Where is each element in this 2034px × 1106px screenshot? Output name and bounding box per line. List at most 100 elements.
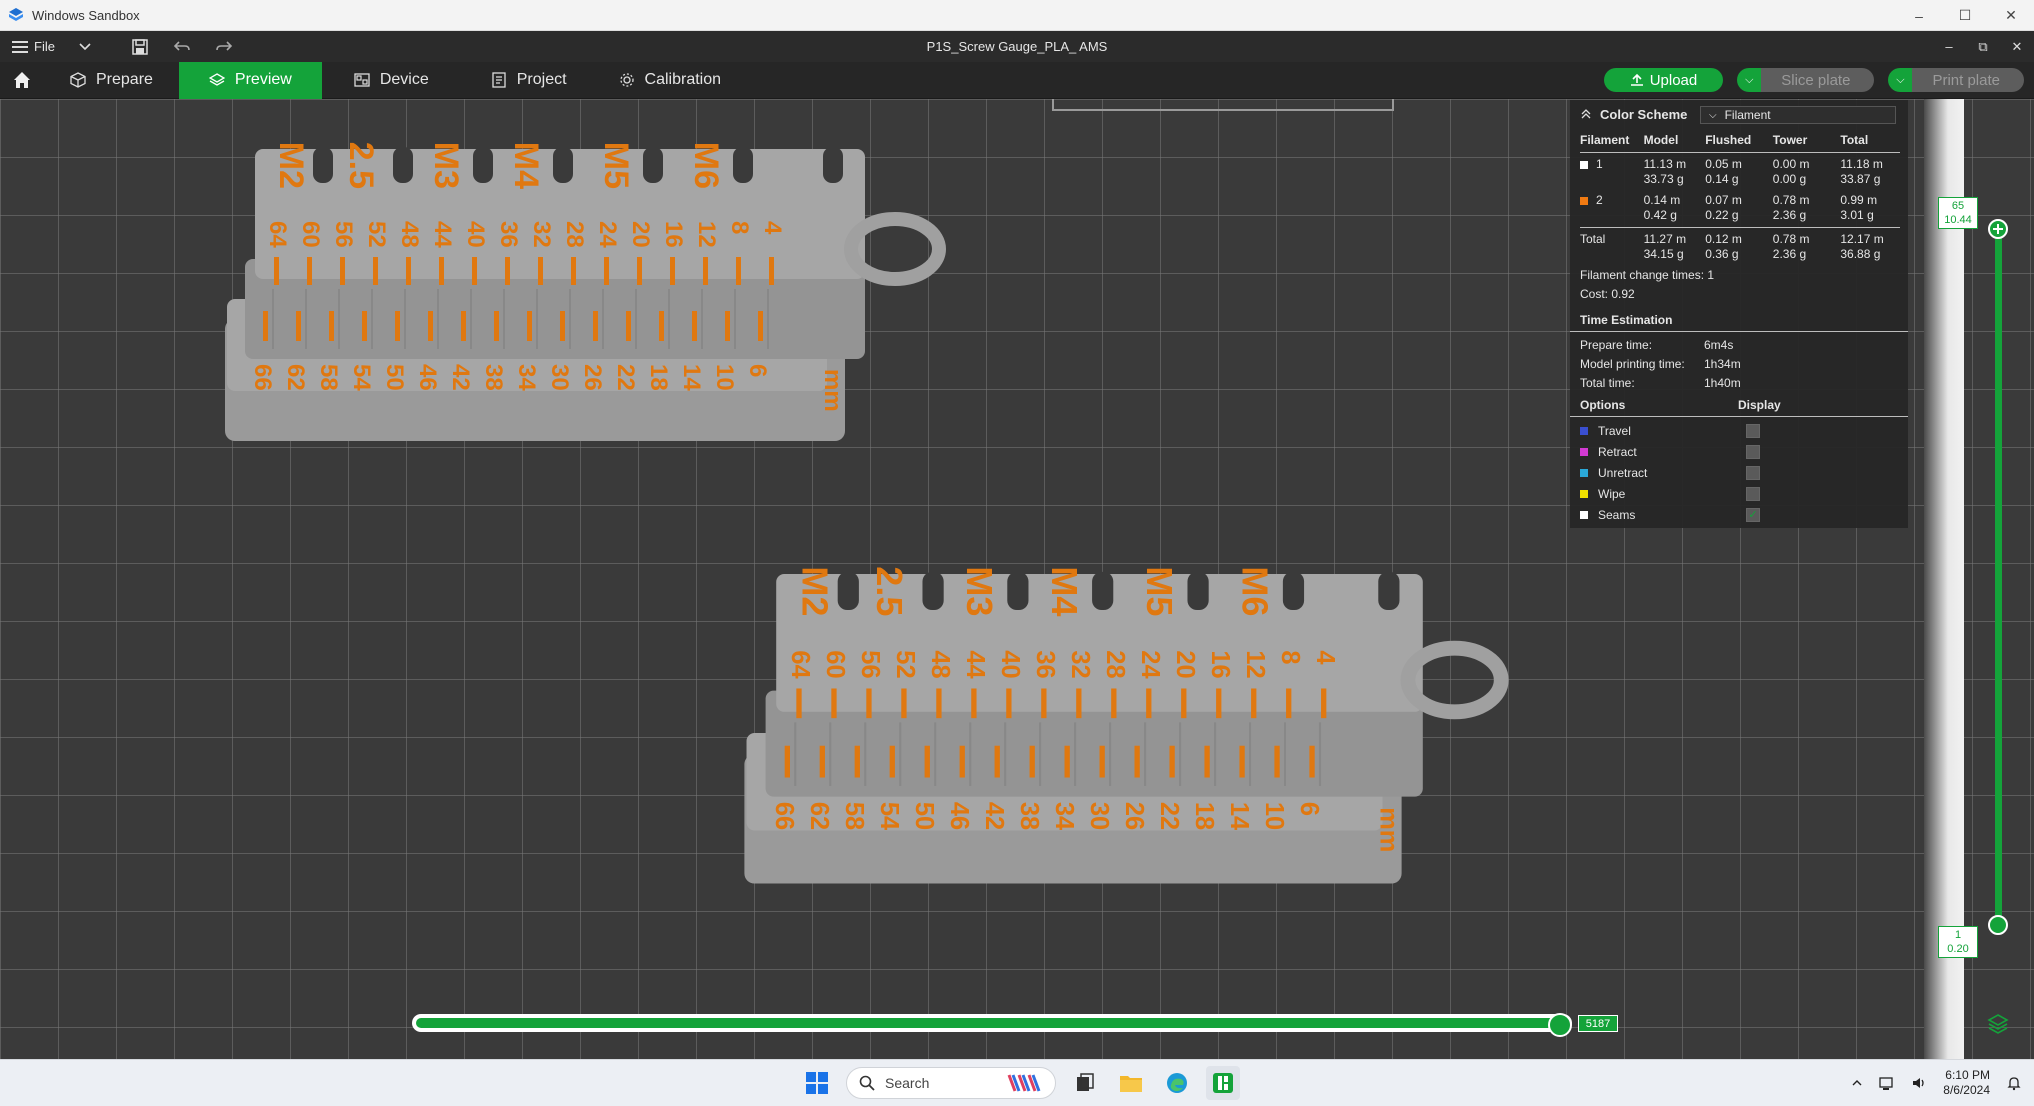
cell: 11.13 m bbox=[1643, 157, 1687, 171]
option-swatch bbox=[1580, 448, 1588, 456]
sandbox-logo-icon bbox=[9, 8, 23, 21]
gauge-upper-tick bbox=[769, 257, 774, 285]
gauge-upper-number: 60 bbox=[821, 650, 849, 678]
move-slider-handle[interactable] bbox=[1548, 1013, 1572, 1037]
gauge-ridge bbox=[767, 289, 769, 349]
gauge-lower-number: 58 bbox=[315, 364, 342, 391]
layer-slider-track[interactable] bbox=[1995, 229, 2002, 929]
edge-browser-button[interactable] bbox=[1160, 1066, 1194, 1100]
gauge-upper-number: 32 bbox=[528, 221, 555, 248]
display-title: Display bbox=[1738, 398, 1781, 412]
move-slider-track[interactable] bbox=[412, 1014, 1572, 1032]
option-display-checkbox[interactable] bbox=[1746, 487, 1760, 501]
gauge-upper-number: 60 bbox=[297, 221, 324, 248]
gauge-ridge bbox=[1283, 722, 1287, 786]
project-icon bbox=[492, 72, 506, 88]
collapse-icon[interactable] bbox=[1580, 108, 1592, 120]
gauge-lower-number: 22 bbox=[1155, 802, 1183, 830]
gauge-ridge bbox=[794, 722, 797, 786]
save-icon[interactable] bbox=[131, 38, 149, 56]
tab-prepare[interactable]: Prepare bbox=[44, 62, 179, 99]
gauge-upper-number: 20 bbox=[1171, 650, 1199, 678]
layers-toggle-icon[interactable] bbox=[1986, 1012, 2010, 1036]
gauge-lower-tick bbox=[1134, 745, 1140, 778]
redo-icon[interactable] bbox=[215, 38, 233, 56]
search-placeholder: Search bbox=[885, 1075, 930, 1091]
file-menu-button[interactable]: File bbox=[12, 39, 91, 54]
option-row-retract: Retract bbox=[1580, 445, 1900, 459]
print-dropdown-button[interactable]: ⌵ bbox=[1888, 68, 1913, 92]
gauge-ridge bbox=[829, 722, 832, 786]
sandbox-close-button[interactable]: ✕ bbox=[1988, 0, 2034, 31]
sandbox-minimize-button[interactable]: – bbox=[1896, 0, 1942, 31]
edge-icon bbox=[1167, 1073, 1187, 1093]
gauge-lower-number: 54 bbox=[875, 802, 903, 831]
gauge-upper-number: 24 bbox=[594, 221, 621, 248]
bambu-studio-button[interactable] bbox=[1206, 1066, 1240, 1100]
tab-calibration[interactable]: Calibration bbox=[593, 62, 747, 99]
color-scheme-select[interactable]: ⌵ Filament bbox=[1700, 106, 1896, 124]
gauge-size-label: M5 bbox=[1139, 566, 1180, 616]
undo-icon[interactable] bbox=[173, 38, 191, 56]
upload-button[interactable]: Upload bbox=[1603, 68, 1724, 92]
gauge-upper-number: 44 bbox=[961, 650, 989, 679]
app-title: P1S_Screw Gauge_PLA_ AMS bbox=[926, 39, 1108, 54]
notification-icon[interactable] bbox=[2006, 1075, 2022, 1091]
option-label: Wipe bbox=[1598, 487, 1626, 501]
gauge-ridge bbox=[437, 289, 439, 349]
network-icon[interactable] bbox=[1879, 1075, 1895, 1091]
gauge-upper-number: 64 bbox=[786, 650, 814, 679]
gauge-ridge bbox=[1074, 722, 1077, 786]
file-explorer-button[interactable] bbox=[1114, 1066, 1148, 1100]
option-display-checkbox[interactable] bbox=[1746, 466, 1760, 480]
slice-dropdown-button[interactable]: ⌵ bbox=[1737, 68, 1762, 92]
gauge-upper-tick bbox=[1321, 688, 1327, 719]
gauge-lower-tick bbox=[659, 311, 664, 341]
gauge-upper-tick bbox=[373, 257, 378, 285]
task-view-button[interactable] bbox=[1068, 1066, 1102, 1100]
chevron-down-icon[interactable] bbox=[79, 42, 91, 51]
gauge-size-label: M6 bbox=[1235, 566, 1276, 616]
option-display-checkbox[interactable] bbox=[1746, 424, 1760, 438]
gauge-upper-tick bbox=[1146, 688, 1152, 719]
home-button[interactable] bbox=[0, 62, 44, 99]
option-display-checkbox[interactable] bbox=[1746, 445, 1760, 459]
cell: 33.73 g bbox=[1643, 172, 1684, 186]
clock[interactable]: 6:10 PM 8/6/2024 bbox=[1943, 1068, 1990, 1098]
gauge-size-label: M3 bbox=[959, 566, 1000, 616]
app-close-button[interactable]: ✕ bbox=[2000, 31, 2034, 62]
layer-slider-top-handle[interactable] bbox=[1988, 219, 2008, 239]
tab-device[interactable]: Device bbox=[322, 62, 455, 99]
taskbar-search[interactable]: Search bbox=[846, 1067, 1056, 1099]
app-minimize-button[interactable]: – bbox=[1932, 31, 1966, 62]
volume-icon[interactable] bbox=[1911, 1075, 1927, 1091]
gauge-size-label: M6 bbox=[687, 142, 725, 189]
gauge-lower-tick bbox=[1204, 745, 1210, 778]
chevron-up-icon[interactable] bbox=[1851, 1077, 1863, 1089]
start-button[interactable] bbox=[800, 1066, 834, 1100]
gauge-ridge bbox=[272, 289, 274, 349]
col-header: Model bbox=[1643, 133, 1679, 147]
tab-preview[interactable]: Preview bbox=[178, 61, 322, 99]
gauge-lower-tick bbox=[626, 311, 631, 341]
gauge-lower-tick bbox=[692, 311, 697, 341]
option-label: Seams bbox=[1598, 508, 1636, 522]
cell: 0.36 g bbox=[1705, 247, 1739, 261]
option-display-checkbox[interactable]: ✓ bbox=[1746, 508, 1760, 522]
gauge-lower-tick bbox=[1169, 745, 1175, 778]
slice-plate-label: Slice plate bbox=[1781, 71, 1851, 89]
gauge-lower-tick bbox=[1029, 745, 1035, 778]
layer-slider-bottom-handle[interactable] bbox=[1988, 915, 2008, 935]
gauge-upper-tick bbox=[406, 257, 411, 285]
gauge-upper-number: 56 bbox=[856, 650, 884, 678]
print-plate-button[interactable]: Print plate bbox=[1898, 68, 2024, 92]
tab-project[interactable]: Project bbox=[455, 62, 593, 99]
slice-plate-button[interactable]: Slice plate bbox=[1747, 68, 1875, 92]
gauge-lower-number: 38 bbox=[1015, 802, 1043, 830]
cell: 0.22 g bbox=[1705, 208, 1739, 222]
upload-label: Upload bbox=[1649, 71, 1698, 89]
gauge-slot bbox=[823, 147, 843, 183]
sandbox-maximize-button[interactable]: ☐ bbox=[1942, 0, 1988, 31]
app-restore-button[interactable]: ⧉ bbox=[1966, 31, 2000, 62]
gauge-ridge bbox=[305, 289, 307, 349]
